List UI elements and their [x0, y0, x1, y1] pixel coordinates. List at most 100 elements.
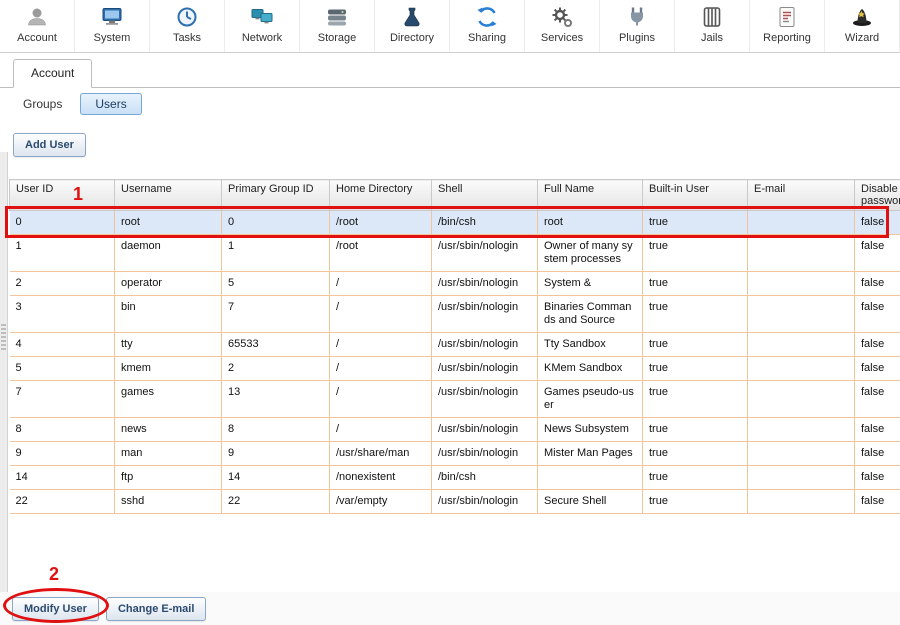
cell-primary-group-id: 65533: [222, 333, 330, 357]
tab-account[interactable]: Account: [13, 59, 92, 88]
col-header-email[interactable]: E-mail: [748, 180, 855, 211]
cell-disable-password: false: [855, 296, 900, 333]
sharing-icon: [474, 3, 500, 31]
cell-shell: /usr/sbin/nologin: [432, 357, 538, 381]
col-header-disable-password[interactable]: Disable password: [855, 180, 900, 211]
splitter-grip-icon: [1, 324, 6, 350]
table-row[interactable]: 0 root 0 /root /bin/csh root true false: [10, 211, 900, 235]
toolbar-item-plugins[interactable]: Plugins: [600, 0, 675, 52]
cell-username: kmem: [115, 357, 222, 381]
cell-username: tty: [115, 333, 222, 357]
table-row[interactable]: 3 bin 7 / /usr/sbin/nologin Binaries Com…: [10, 296, 900, 333]
cell-full-name: Binaries Commands and Source: [538, 296, 643, 333]
table-row[interactable]: 5 kmem 2 / /usr/sbin/nologin KMem Sandbo…: [10, 357, 900, 381]
services-icon: [549, 3, 575, 31]
toolbar-label: Network: [242, 32, 282, 44]
cell-disable-password: false: [855, 211, 900, 235]
cell-disable-password: false: [855, 418, 900, 442]
table-row[interactable]: 22 sshd 22 /var/empty /usr/sbin/nologin …: [10, 490, 900, 514]
cell-home-directory: /usr/share/man: [330, 442, 432, 466]
cell-user-id: 14: [10, 466, 115, 490]
footer-action-bar: Modify User Change E-mail: [0, 592, 900, 625]
users-grid: User ID Username Primary Group ID Home D…: [9, 179, 900, 592]
col-header-username[interactable]: Username: [115, 180, 222, 211]
toolbar-label: Account: [17, 32, 57, 44]
cell-username: daemon: [115, 235, 222, 272]
cell-home-directory: /: [330, 272, 432, 296]
left-panel-splitter[interactable]: [0, 152, 8, 592]
cell-primary-group-id: 1: [222, 235, 330, 272]
cell-user-id: 22: [10, 490, 115, 514]
col-header-shell[interactable]: Shell: [432, 180, 538, 211]
cell-primary-group-id: 8: [222, 418, 330, 442]
toolbar-label: Wizard: [845, 32, 879, 44]
cell-builtin-user: true: [643, 466, 748, 490]
reporting-icon: [774, 3, 800, 31]
col-header-primary-group-id[interactable]: Primary Group ID: [222, 180, 330, 211]
sub-tab-strip: Groups Users: [0, 88, 900, 121]
toolbar-item-services[interactable]: Services: [525, 0, 600, 52]
cell-builtin-user: true: [643, 211, 748, 235]
change-email-button[interactable]: Change E-mail: [106, 597, 206, 621]
cell-builtin-user: true: [643, 357, 748, 381]
cell-full-name: [538, 466, 643, 490]
cell-username: games: [115, 381, 222, 418]
cell-primary-group-id: 0: [222, 211, 330, 235]
col-header-builtin-user[interactable]: Built-in User: [643, 180, 748, 211]
toolbar-item-sharing[interactable]: Sharing: [450, 0, 525, 52]
cell-username: root: [115, 211, 222, 235]
cell-full-name: root: [538, 211, 643, 235]
add-user-button[interactable]: Add User: [13, 133, 86, 157]
toolbar-item-storage[interactable]: Storage: [300, 0, 375, 52]
cell-full-name: KMem Sandbox: [538, 357, 643, 381]
cell-home-directory: /nonexistent: [330, 466, 432, 490]
col-header-home-directory[interactable]: Home Directory: [330, 180, 432, 211]
table-row[interactable]: 14 ftp 14 /nonexistent /bin/csh true fal…: [10, 466, 900, 490]
cell-user-id: 1: [10, 235, 115, 272]
toolbar-item-tasks[interactable]: Tasks: [150, 0, 225, 52]
toolbar-item-wizard[interactable]: Wizard: [825, 0, 900, 52]
cell-builtin-user: true: [643, 272, 748, 296]
table-row[interactable]: 4 tty 65533 / /usr/sbin/nologin Tty Sand…: [10, 333, 900, 357]
main-tab-strip: Account: [0, 53, 900, 88]
toolbar-item-network[interactable]: Network: [225, 0, 300, 52]
cell-disable-password: false: [855, 333, 900, 357]
cell-builtin-user: true: [643, 442, 748, 466]
toolbar-label: System: [94, 32, 131, 44]
table-row[interactable]: 9 man 9 /usr/share/man /usr/sbin/nologin…: [10, 442, 900, 466]
tasks-icon: [174, 3, 200, 31]
toolbar-item-directory[interactable]: Directory: [375, 0, 450, 52]
cell-email: [748, 235, 855, 272]
toolbar-item-account[interactable]: Account: [0, 0, 75, 52]
table-row[interactable]: 7 games 13 / /usr/sbin/nologin Games pse…: [10, 381, 900, 418]
cell-user-id: 8: [10, 418, 115, 442]
toolbar-item-jails[interactable]: Jails: [675, 0, 750, 52]
cell-builtin-user: true: [643, 333, 748, 357]
cell-email: [748, 381, 855, 418]
cell-primary-group-id: 14: [222, 466, 330, 490]
table-row[interactable]: 8 news 8 / /usr/sbin/nologin News Subsys…: [10, 418, 900, 442]
toolbar-item-system[interactable]: System: [75, 0, 150, 52]
cell-user-id: 2: [10, 272, 115, 296]
table-row[interactable]: 1 daemon 1 /root /usr/sbin/nologin Owner…: [10, 235, 900, 272]
table-row[interactable]: 2 operator 5 / /usr/sbin/nologin System …: [10, 272, 900, 296]
toolbar-label: Jails: [701, 32, 723, 44]
cell-shell: /usr/sbin/nologin: [432, 381, 538, 418]
col-header-full-name[interactable]: Full Name: [538, 180, 643, 211]
tab-groups[interactable]: Groups: [15, 93, 70, 115]
cell-full-name: Mister Man Pages: [538, 442, 643, 466]
tab-users[interactable]: Users: [80, 93, 141, 115]
cell-email: [748, 272, 855, 296]
table-header-row: User ID Username Primary Group ID Home D…: [10, 180, 900, 211]
modify-user-button[interactable]: Modify User: [12, 597, 99, 621]
cell-shell: /usr/sbin/nologin: [432, 442, 538, 466]
toolbar-item-reporting[interactable]: Reporting: [750, 0, 825, 52]
cell-user-id: 3: [10, 296, 115, 333]
toolbar-label: Sharing: [468, 32, 506, 44]
wizard-icon: [849, 3, 875, 31]
cell-home-directory: /root: [330, 211, 432, 235]
cell-email: [748, 211, 855, 235]
toolbar-label: Plugins: [619, 32, 655, 44]
cell-username: operator: [115, 272, 222, 296]
col-header-user-id[interactable]: User ID: [10, 180, 115, 211]
